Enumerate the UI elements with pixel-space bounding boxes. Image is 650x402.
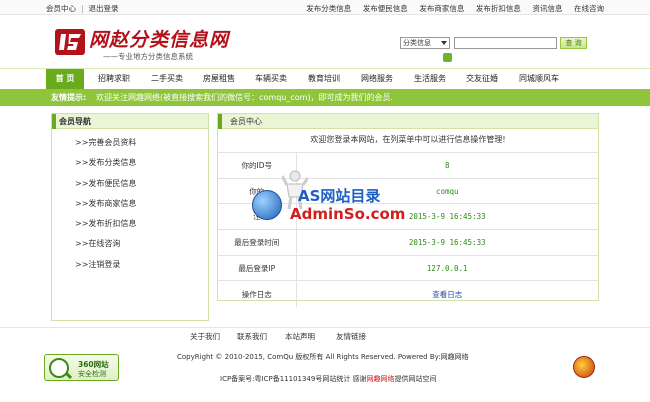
nav-item-second-hand[interactable]: 二手买卖 [151,73,183,84]
globe-icon [252,190,282,220]
divider: | [81,4,84,13]
security-badge[interactable]: 360网站 安全检测 [44,354,119,381]
notice-bar: 友情提示: 欢迎关注网趣网络(被直接搜索我们的微信号：comqu_com)，即可… [0,89,650,106]
publish-merchant-link[interactable]: 发布商家信息 [419,3,464,14]
logout-link[interactable]: 退出登录 [89,3,119,14]
nav-item-network[interactable]: 网络服务 [361,73,393,84]
row-label: 最后登录IP [218,254,297,281]
footer-link-contact[interactable]: 联系我们 [237,331,267,342]
top-bar-left: 会员中心 | 退出登录 [46,3,119,14]
member-sidebar: 会员导航 >>完善会员资料 >>发布分类信息 >>发布便民信息 >>发布商家信息… [51,113,209,321]
nav-item-vehicles[interactable]: 车辆买卖 [255,73,287,84]
police-emblem-icon[interactable] [573,356,595,378]
copyright-text: CopyRight © 2010-2015, ComQu 版权所有 All Ri… [177,353,469,361]
notice-text: 欢迎关注网趣网络(被直接搜索我们的微信号：comqu_com)，即可成为我们的会… [96,93,394,102]
footer-link-statement[interactable]: 本站声明 [285,331,315,342]
badge-line2: 安全检测 [78,370,106,378]
sidebar-item-publish-merchant[interactable]: >>发布商家信息 [52,194,208,214]
footer-links: 关于我们 联系我们 本站声明 友情链接 [0,327,650,341]
online-consult-link[interactable]: 在线咨询 [574,3,604,14]
footer-link-friends[interactable]: 友情链接 [336,331,366,342]
table-row: 操作日志 查看日志 [218,280,598,307]
icp-text: ICP备案号:粤ICP备11101349号网站统计 感谢 [220,375,367,383]
sidebar-title: 会员导航 [59,117,91,126]
welcome-message: 欢迎您登录本网站，在列菜单中可以进行信息操作管理! [310,135,506,144]
sidebar-item-publish-convenience[interactable]: >>发布便民信息 [52,174,208,194]
main-nav: 首 页 招聘求职 二手买卖 房屋租售 车辆买卖 教育培训 网络服务 生活服务 交… [0,68,650,89]
watermark-title: AS网站目录 [298,187,381,205]
logo-slogan: ——专业地方分类信息系统 [103,52,193,61]
sidebar-menu: >>完善会员资料 >>发布分类信息 >>发布便民信息 >>发布商家信息 >>发布… [52,129,208,275]
nav-item-dating[interactable]: 交友征婚 [466,73,498,84]
sidebar-item-complete-profile[interactable]: >>完善会员资料 [52,133,208,153]
nav-item-home[interactable]: 首 页 [46,69,84,89]
header-accent [52,114,56,129]
header-accent [218,114,222,129]
member-center-link[interactable]: 会员中心 [46,3,76,14]
nav-item-housing[interactable]: 房屋租售 [203,73,235,84]
sidebar-item-online-consult[interactable]: >>在线咨询 [52,234,208,254]
publish-convenience-link[interactable]: 发布便民信息 [363,3,408,14]
logo-name: 网赵分类信息网 [89,29,230,51]
watermark-domain: AdminSo.com [290,205,406,223]
top-bar-right: 发布分类信息 发布便民信息 发布商家信息 发布折扣信息 资讯信息 在线咨询 [297,3,604,14]
row-value: 127.0.0.1 [296,254,598,281]
chevron-down-icon [441,41,447,45]
watermark-overlay: AS网站目录 AdminSo.com [250,168,420,234]
site-logo[interactable]: 网赵分类信息网 ——专业地方分类信息系统 [51,24,291,62]
hot-tag-icon [443,53,452,62]
nav-item-jobs[interactable]: 招聘求职 [98,73,130,84]
sidebar-item-publish-discount[interactable]: >>发布折扣信息 [52,214,208,234]
search-button[interactable]: 查 询 [560,37,587,49]
row-label: 操作日志 [218,280,297,307]
view-log-link[interactable]: 查看日志 [296,280,598,307]
icp-suffix: 提供网站空间 [394,375,437,383]
magnifier-icon [49,358,69,378]
panel-header: 会员中心 [218,114,598,129]
sidebar-item-publish-classified[interactable]: >>发布分类信息 [52,153,208,173]
logo-mark-icon [55,29,85,55]
nav-item-life[interactable]: 生活服务 [414,73,446,84]
publish-discount-link[interactable]: 发布折扣信息 [476,3,521,14]
search-category-select[interactable]: 分类信息 [400,37,450,49]
nav-item-carpool[interactable]: 同城顺风车 [519,73,559,84]
search-input[interactable] [454,37,557,49]
sidebar-item-logout[interactable]: >>注销登录 [52,255,208,275]
top-bar: 会员中心 | 退出登录 发布分类信息 发布便民信息 发布商家信息 发布折扣信息 资讯… [0,0,650,15]
icp-line: ICP备案号:粤ICP备11101349号网站统计 感谢网趣网络提供网站空间 [220,374,437,384]
nav-item-education[interactable]: 教育培训 [308,73,340,84]
notice-label: 友情提示: [51,93,87,102]
panel-title: 会员中心 [230,117,262,126]
icp-host-link[interactable]: 网趣网络 [367,375,395,383]
footer-link-about[interactable]: 关于我们 [190,331,220,342]
sidebar-header: 会员导航 [52,114,208,129]
news-link[interactable]: 资讯信息 [532,3,562,14]
table-row: 最后登录IP 127.0.0.1 [218,254,598,281]
publish-classified-link[interactable]: 发布分类信息 [306,3,351,14]
search-category-value: 分类信息 [403,39,431,47]
